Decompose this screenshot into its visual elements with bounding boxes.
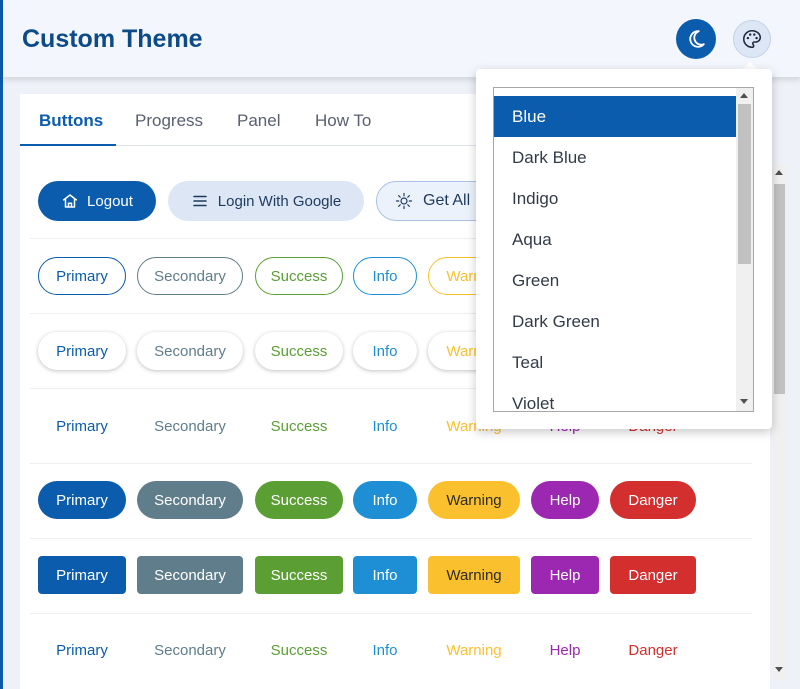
page-title: Custom Theme — [22, 25, 203, 53]
theme-option-green[interactable]: Green — [494, 260, 736, 301]
theme-option-violet[interactable]: Violet — [494, 383, 736, 412]
theme-listbox-scrollbar[interactable] — [736, 88, 753, 411]
primary-button[interactable]: Primary — [38, 556, 126, 594]
theme-listbox-scrollbar-thumb[interactable] — [738, 104, 751, 264]
primary-outlined-button[interactable]: Primary — [38, 257, 126, 295]
theme-picker-popover: Blue Dark Blue Indigo Aqua Green Dark Gr… — [476, 69, 772, 429]
secondary-text-button[interactable]: Secondary — [137, 407, 243, 445]
info-raised-text-button[interactable]: Info — [353, 332, 417, 370]
listbox-scroll-down-arrow[interactable] — [740, 399, 748, 404]
dark-mode-toggle-button[interactable] — [676, 19, 716, 59]
secondary-rounded-button[interactable]: Secondary — [137, 481, 243, 519]
logout-button[interactable]: Logout — [38, 181, 156, 221]
help-link-button[interactable]: Help — [531, 631, 599, 669]
secondary-button[interactable]: Secondary — [137, 556, 243, 594]
theme-palette-button[interactable] — [733, 20, 771, 58]
primary-text-button[interactable]: Primary — [38, 407, 126, 445]
tab-panel[interactable]: Panel — [237, 111, 280, 131]
info-button[interactable]: Info — [353, 556, 417, 594]
danger-link-button[interactable]: Danger — [610, 631, 696, 669]
theme-option-aqua[interactable]: Aqua — [494, 219, 736, 260]
login-with-google-button[interactable]: Login With Google — [168, 181, 364, 221]
tab-progress[interactable]: Progress — [135, 111, 203, 131]
primary-link-button[interactable]: Primary — [38, 631, 126, 669]
success-link-button[interactable]: Success — [255, 631, 343, 669]
solid-square-row: Primary Secondary Success Info Warning H… — [30, 539, 752, 614]
danger-button[interactable]: Danger — [610, 556, 696, 594]
success-button[interactable]: Success — [255, 556, 343, 594]
logout-label: Logout — [87, 192, 133, 210]
tab-how-to[interactable]: How To — [315, 111, 371, 131]
theme-option-blue[interactable]: Blue — [494, 96, 736, 137]
danger-rounded-button[interactable]: Danger — [610, 481, 696, 519]
window-edge — [0, 0, 3, 689]
secondary-link-button[interactable]: Secondary — [137, 631, 243, 669]
info-text-button[interactable]: Info — [353, 407, 417, 445]
sun-icon — [395, 192, 413, 210]
help-button[interactable]: Help — [531, 556, 599, 594]
success-text-button[interactable]: Success — [255, 407, 343, 445]
palette-icon — [743, 29, 762, 49]
menu-bars-icon — [193, 195, 207, 207]
primary-rounded-button[interactable]: Primary — [38, 481, 126, 519]
solid-rounded-row: Primary Secondary Success Info Warning H… — [30, 464, 752, 539]
content-scrollbar-thumb[interactable] — [774, 184, 785, 394]
listbox-scroll-up-arrow[interactable] — [740, 93, 748, 98]
success-rounded-button[interactable]: Success — [255, 481, 343, 519]
info-link-button[interactable]: Info — [353, 631, 417, 669]
warning-link-button[interactable]: Warning — [428, 631, 520, 669]
secondary-raised-text-button[interactable]: Secondary — [137, 332, 243, 370]
theme-option-indigo[interactable]: Indigo — [494, 178, 736, 219]
success-outlined-button[interactable]: Success — [255, 257, 343, 295]
help-rounded-button[interactable]: Help — [531, 481, 599, 519]
tab-buttons[interactable]: Buttons — [39, 111, 103, 131]
get-all-label: Get All — [423, 192, 471, 209]
scroll-down-arrow[interactable] — [775, 667, 783, 672]
theme-option-dark-green[interactable]: Dark Green — [494, 301, 736, 342]
info-rounded-button[interactable]: Info — [353, 481, 417, 519]
theme-option-dark-blue[interactable]: Dark Blue — [494, 137, 736, 178]
warning-rounded-button[interactable]: Warning — [428, 481, 520, 519]
success-raised-text-button[interactable]: Success — [255, 332, 343, 370]
theme-listbox[interactable]: Blue Dark Blue Indigo Aqua Green Dark Gr… — [493, 87, 754, 412]
text-buttons-row-bottom: Primary Secondary Success Info Warning H… — [30, 614, 752, 689]
content-scrollbar[interactable] — [771, 164, 788, 680]
home-icon — [62, 194, 78, 208]
active-tab-indicator — [20, 144, 116, 146]
primary-raised-text-button[interactable]: Primary — [38, 332, 126, 370]
secondary-outlined-button[interactable]: Secondary — [137, 257, 243, 295]
theme-option-teal[interactable]: Teal — [494, 342, 736, 383]
info-outlined-button[interactable]: Info — [353, 257, 417, 295]
warning-button[interactable]: Warning — [428, 556, 520, 594]
scroll-up-arrow[interactable] — [775, 170, 783, 175]
moon-icon — [689, 30, 705, 48]
login-with-google-label: Login With Google — [217, 192, 342, 210]
app-header: Custom Theme — [3, 0, 800, 78]
